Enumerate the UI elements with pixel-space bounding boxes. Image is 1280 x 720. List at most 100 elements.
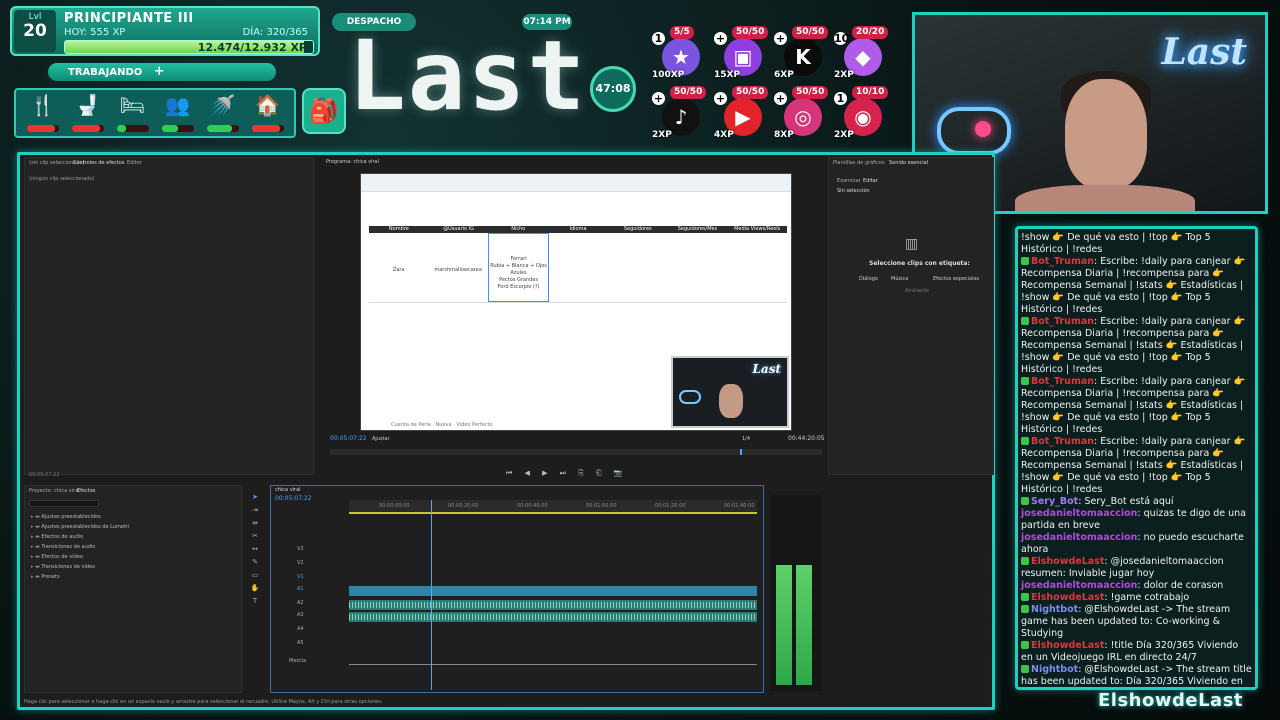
program-timecode[interactable]: 00:05:07:22 xyxy=(330,435,367,442)
sheet-cell[interactable] xyxy=(668,233,727,302)
sheet-cell[interactable] xyxy=(728,233,787,302)
browser-toolbar xyxy=(361,174,791,192)
effects-folder[interactable]: ▸ ▬ Transiciones de vídeo xyxy=(31,564,129,574)
reward-count: 50/50 xyxy=(792,86,829,99)
streamer-face xyxy=(1065,79,1147,189)
chat-username[interactable]: Bot_Truman xyxy=(1031,376,1094,387)
need-bar xyxy=(206,125,239,132)
hand-tool-icon[interactable]: ✋ xyxy=(248,584,262,597)
track-label[interactable]: V1 xyxy=(297,574,304,580)
work-area-bar[interactable] xyxy=(349,512,757,514)
razor-tool-icon[interactable]: ✂ xyxy=(248,532,262,545)
sheet-column-header: Idioma xyxy=(569,226,587,232)
track-label[interactable]: A2 xyxy=(297,600,304,606)
tab-browse[interactable]: Examinar xyxy=(837,178,861,184)
sheet-cell[interactable]: Zara xyxy=(369,233,428,302)
chat-username[interactable]: ElshowdeLast xyxy=(1031,556,1104,567)
sequence-tab[interactable]: chica viral xyxy=(275,487,301,493)
chat-username[interactable]: josedanieltomaaccion xyxy=(1021,532,1137,543)
fit-dropdown[interactable]: Ajustar xyxy=(372,436,390,442)
tag-sfx-button[interactable]: Efectos especiales xyxy=(933,276,979,282)
moderator-badge-icon xyxy=(1021,605,1029,613)
track-label[interactable]: V2 xyxy=(297,560,304,566)
tab-effects[interactable]: Efectos xyxy=(77,488,95,494)
chat-username[interactable]: ElshowdeLast xyxy=(1031,640,1104,651)
reward-xp: 15XP xyxy=(714,70,741,80)
tab-editor[interactable]: Editor xyxy=(127,160,142,166)
type-tool-icon[interactable]: T xyxy=(248,597,262,610)
reward-crystal: ◆ 10 20/20 2XP xyxy=(834,26,894,84)
transport-controls[interactable]: ⏮ ◀ ▶ ⏭ ⎘ ⎗ 📷 xyxy=(506,469,628,478)
tag-dialogue-button[interactable]: Diálogo xyxy=(859,276,878,282)
total-duration: 00:44:20:05 xyxy=(788,435,825,442)
spreadsheet: Nombre @Usuario IG Nicho Idioma Seguidores Se… xyxy=(369,226,787,303)
no-selection-label: Sin selección xyxy=(837,188,870,194)
sheet-cell[interactable] xyxy=(549,233,608,302)
activity-plus-icon: + xyxy=(153,64,165,79)
ruler-tick-label: 00:01:40:00 xyxy=(724,503,755,509)
sheet-tabs[interactable]: Cuenta de Perla · Nueva · Vídeo Perfecto xyxy=(391,422,493,428)
chat-message: Bot_Truman: Escribe: !daily para canjear… xyxy=(1021,376,1252,436)
effects-folder[interactable]: ▸ ▬ Transiciones de audio xyxy=(31,544,129,554)
chat-username[interactable]: Bot_Truman xyxy=(1031,256,1094,267)
need-bar-fill xyxy=(251,125,281,132)
quality-dropdown[interactable]: 1/4 xyxy=(742,436,750,442)
timeline-ruler[interactable]: 00:00:00:00 00:00:20:00 00:00:40:00 00:01:0… xyxy=(349,500,757,512)
chat-username[interactable]: Nightbot xyxy=(1031,604,1078,615)
tab-effect-controls[interactable]: Controles de efectos xyxy=(73,160,124,166)
reward-xp: 100XP xyxy=(652,70,685,80)
chat-username[interactable]: ElshowdeLast xyxy=(1031,592,1104,603)
pen-tool-icon[interactable]: ✎ xyxy=(248,558,262,571)
track-label[interactable]: V3 xyxy=(297,546,304,552)
mini-neon-sign: Last xyxy=(752,362,781,376)
chat-username[interactable]: Bot_Truman xyxy=(1031,436,1094,447)
program-playhead[interactable] xyxy=(740,449,742,455)
track-label[interactable]: A4 xyxy=(297,626,304,632)
ripple-edit-icon[interactable]: ⇹ xyxy=(248,519,262,532)
mini-webcam: Last xyxy=(671,356,789,428)
sheet-column-header: Nicho xyxy=(511,226,526,232)
effects-search-input[interactable] xyxy=(29,500,99,507)
tab-graphics-templates[interactable]: Plantillas de gráficos xyxy=(833,160,885,166)
effects-folder[interactable]: ▸ ▬ Efectos de vídeo xyxy=(31,554,129,564)
chat-message: Nightbot: @ElshowdeLast -> The stream ga… xyxy=(1021,604,1252,640)
rectangle-tool-icon[interactable]: ▭ xyxy=(248,571,262,584)
chat-username[interactable]: Bot_Truman xyxy=(1031,316,1094,327)
tab-essential-sound[interactable]: Sonido esencial xyxy=(889,160,928,166)
slip-tool-icon[interactable]: ↔ xyxy=(248,545,262,558)
program-scrubber[interactable] xyxy=(330,449,822,455)
chat-username[interactable]: Sery_Bot xyxy=(1031,496,1078,507)
effects-folder[interactable]: ▸ ▬ Efectos de audio xyxy=(31,534,129,544)
track-select-icon[interactable]: ⇥ xyxy=(248,506,262,519)
chat-username[interactable]: josedanieltomaaccion xyxy=(1021,580,1137,591)
folder-icon: ▸ ▬ xyxy=(31,524,42,530)
track-label[interactable]: A5 xyxy=(297,640,304,646)
sheet-cell[interactable] xyxy=(609,233,668,302)
meter-right-channel xyxy=(796,565,812,685)
audio-clip-a2[interactable] xyxy=(349,612,757,622)
audio-clip-a1[interactable] xyxy=(349,600,757,610)
sheet-column-header: Seguidores/Mes xyxy=(677,226,718,232)
chat-username[interactable]: josedanieltomaaccion xyxy=(1021,508,1137,519)
track-label[interactable]: A3 xyxy=(297,612,304,618)
tag-ambience-button[interactable]: Ambiente xyxy=(905,288,929,294)
tab-edit[interactable]: Editar xyxy=(863,178,878,184)
effects-folder[interactable]: ▸ ▬ Presets xyxy=(31,574,129,584)
tab-project[interactable]: Proyecto: chica viral xyxy=(29,488,80,494)
moderator-badge-icon xyxy=(1021,317,1029,325)
selection-tool-icon[interactable]: ➤ xyxy=(248,493,262,506)
program-label[interactable]: Programa: chica viral xyxy=(326,159,379,165)
sheet-cell[interactable]: Ferrari Rubia + Blanca + Ojos Azules Pecto… xyxy=(487,233,550,302)
level-panel: Lvl 20 PRINCIPIANTE III HOY: 555 XP DÍA:… xyxy=(10,6,320,56)
tag-music-button[interactable]: Música xyxy=(891,276,908,282)
sequence-timecode[interactable]: 00:05:07:22 xyxy=(275,495,312,502)
video-clip-v1[interactable] xyxy=(349,586,757,596)
effects-folder-label: Presets xyxy=(41,574,60,580)
chat-username[interactable]: Nightbot xyxy=(1031,664,1078,675)
effects-folder[interactable]: ▸ ▬ Ajustes preestablecidos de Lumetri xyxy=(31,524,129,534)
effects-folder[interactable]: ▸ ▬ Ajustes preestablecidos xyxy=(31,514,129,524)
timeline-playhead[interactable] xyxy=(431,500,432,690)
track-label[interactable]: A1 xyxy=(297,586,304,592)
track-label[interactable]: Mezcla xyxy=(289,658,306,664)
sheet-cell[interactable]: marshmallowcarea xyxy=(428,233,487,302)
